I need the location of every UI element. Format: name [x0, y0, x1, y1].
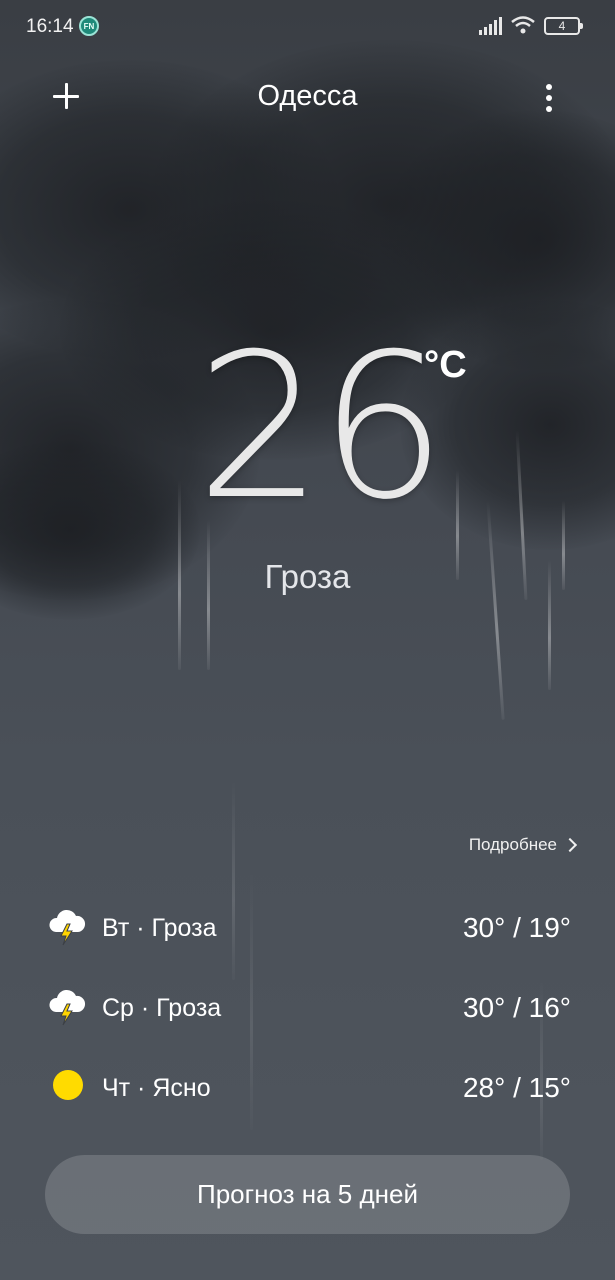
forecast-day-label: Вт · Гроза — [102, 914, 217, 942]
more-vertical-icon-dot — [546, 95, 552, 101]
city-title: Одесса — [257, 80, 358, 112]
details-link-label: Подробнее — [468, 835, 557, 854]
current-condition: Гроза — [264, 558, 351, 595]
more-vertical-icon-dot — [546, 106, 552, 112]
forecast-day-label: Чт · Ясно — [102, 1074, 211, 1102]
thunderstorm-icon — [49, 909, 86, 946]
forecast-temps: 28° / 15° — [462, 1072, 571, 1103]
forecast-temps: 30° / 19° — [462, 912, 571, 943]
thunderstorm-icon — [49, 989, 86, 1026]
more-options-button[interactable] — [536, 80, 562, 116]
app-notification-icon: FN — [79, 16, 99, 36]
current-temperature: 26 — [196, 311, 447, 544]
signal-icon — [479, 17, 502, 35]
five-day-forecast-button[interactable]: Прогноз на 5 дней — [45, 1155, 570, 1234]
status-bar: 16:14 FN 4 — [0, 0, 615, 56]
forecast-day-label: Ср · Гроза — [102, 994, 222, 1022]
battery-icon: 4 — [544, 17, 583, 35]
wifi-icon — [511, 16, 535, 34]
forecast-row[interactable]: Чт · Ясно 28° / 15° — [46, 1064, 571, 1110]
details-link[interactable]: Подробнее — [468, 835, 578, 855]
chevron-right-icon — [562, 837, 578, 853]
status-time: 16:14 — [26, 16, 74, 37]
temperature-unit: °C — [424, 344, 467, 386]
forecast-row[interactable]: Вт · Гроза 30° / 19° — [46, 904, 571, 950]
sun-icon — [53, 1070, 83, 1100]
forecast-temps: 30° / 16° — [462, 992, 571, 1023]
forecast-row[interactable]: Ср · Гроза 30° / 16° — [46, 984, 571, 1030]
more-vertical-icon — [546, 84, 552, 90]
